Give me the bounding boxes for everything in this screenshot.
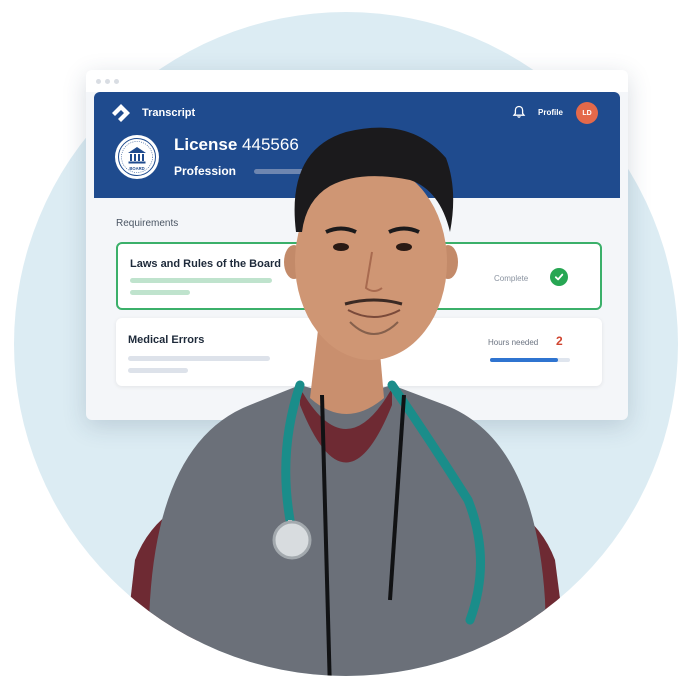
healthcare-worker-photo (120, 127, 572, 676)
